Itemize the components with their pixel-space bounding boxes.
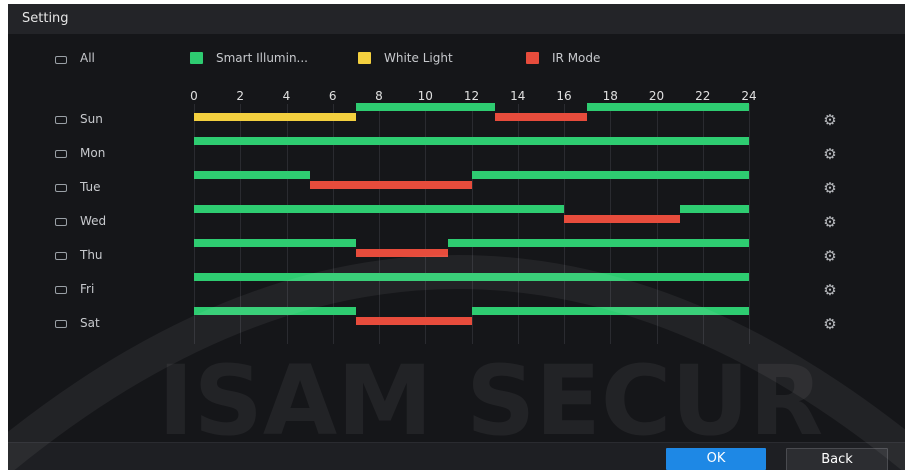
gear-icon[interactable]: ⚙ <box>822 282 838 298</box>
schedule-segment-ir[interactable] <box>564 215 680 223</box>
gear-icon[interactable]: ⚙ <box>822 180 838 196</box>
day-row-fri: Fri ⚙ <box>8 272 905 306</box>
schedule-segment-ir[interactable] <box>355 249 449 257</box>
tick-label: 20 <box>648 89 665 103</box>
day-checkbox-sat[interactable] <box>55 320 67 328</box>
schedule-segment-smart[interactable] <box>194 137 749 145</box>
tick-label: 18 <box>602 89 618 103</box>
day-checkbox-tue[interactable] <box>55 184 67 192</box>
day-checkbox-thu[interactable] <box>55 252 67 260</box>
all-checkbox[interactable] <box>55 56 67 64</box>
tick-label: 0 <box>190 89 198 103</box>
tick-label: 2 <box>236 89 245 103</box>
day-checkbox-sun[interactable] <box>55 116 67 124</box>
day-label: Sat <box>80 316 100 330</box>
gear-icon[interactable]: ⚙ <box>822 316 838 332</box>
tick-label: 10 <box>417 89 433 103</box>
title-bar: Setting <box>8 4 905 34</box>
schedule-segment-ir[interactable] <box>355 317 472 325</box>
schedule-segment-white[interactable] <box>194 113 356 121</box>
schedule-segment-ir[interactable] <box>494 113 588 121</box>
schedule-segment-smart[interactable] <box>194 205 564 213</box>
white-light-swatch[interactable] <box>358 52 371 64</box>
day-row-wed: Wed ⚙ <box>8 204 905 238</box>
all-label: All <box>80 51 95 65</box>
day-checkbox-mon[interactable] <box>55 150 67 158</box>
gear-icon[interactable]: ⚙ <box>822 248 838 264</box>
tick-label: 22 <box>695 89 711 103</box>
tick-label: 12 <box>463 89 480 103</box>
gear-icon[interactable]: ⚙ <box>822 146 838 162</box>
schedule-segment-smart[interactable] <box>448 239 749 247</box>
schedule-segment-smart[interactable] <box>194 273 749 281</box>
day-row-mon: Mon ⚙ <box>8 136 905 170</box>
ir-mode-swatch[interactable] <box>526 52 539 64</box>
ir-mode-label: IR Mode <box>552 51 601 65</box>
day-label: Mon <box>80 146 106 160</box>
schedule-segment-smart[interactable] <box>194 171 310 179</box>
tick-label: 8 <box>375 89 383 103</box>
tick-label: 24 <box>741 89 757 103</box>
tick-label: 14 <box>510 89 526 103</box>
schedule-segment-ir[interactable] <box>309 181 472 189</box>
schedule-segment-smart[interactable] <box>679 205 749 213</box>
tick-label: 6 <box>328 89 337 103</box>
back-button[interactable]: Back <box>786 448 888 470</box>
watermark-text: ISAM SECUR <box>158 345 823 457</box>
window-title: Setting <box>22 11 69 26</box>
legend-row: All Smart Illumin... White Light IR Mode <box>8 48 905 68</box>
schedule-dialog: Setting All Smart Illumin... White Light… <box>8 4 905 470</box>
gear-icon[interactable]: ⚙ <box>822 214 838 230</box>
schedule-segment-smart[interactable] <box>194 239 356 247</box>
day-label: Fri <box>80 282 95 296</box>
day-row-thu: Thu ⚙ <box>8 238 905 272</box>
schedule-segment-smart[interactable] <box>194 307 356 315</box>
day-row-tue: Tue ⚙ <box>8 170 905 204</box>
day-checkbox-wed[interactable] <box>55 218 67 226</box>
gear-icon[interactable]: ⚙ <box>822 112 838 128</box>
schedule-segment-smart[interactable] <box>471 171 749 179</box>
ok-button[interactable]: OK <box>666 448 766 470</box>
tick-label: 16 <box>556 89 572 103</box>
day-label: Thu <box>80 248 103 262</box>
day-row-sat: Sat ⚙ <box>8 306 905 340</box>
smart-illumination-label: Smart Illumin... <box>216 51 308 65</box>
schedule-segment-smart[interactable] <box>355 103 495 111</box>
smart-illumination-swatch[interactable] <box>190 52 203 64</box>
day-row-sun: Sun ⚙ <box>8 102 905 136</box>
day-label: Tue <box>80 180 101 194</box>
footer-bar: OK Back <box>8 442 905 470</box>
white-light-label: White Light <box>384 51 453 65</box>
day-label: Sun <box>80 112 103 126</box>
schedule-segment-smart[interactable] <box>471 307 749 315</box>
day-checkbox-fri[interactable] <box>55 286 67 294</box>
day-label: Wed <box>80 214 107 228</box>
schedule-segment-smart[interactable] <box>587 103 749 111</box>
tick-label: 4 <box>282 89 291 103</box>
